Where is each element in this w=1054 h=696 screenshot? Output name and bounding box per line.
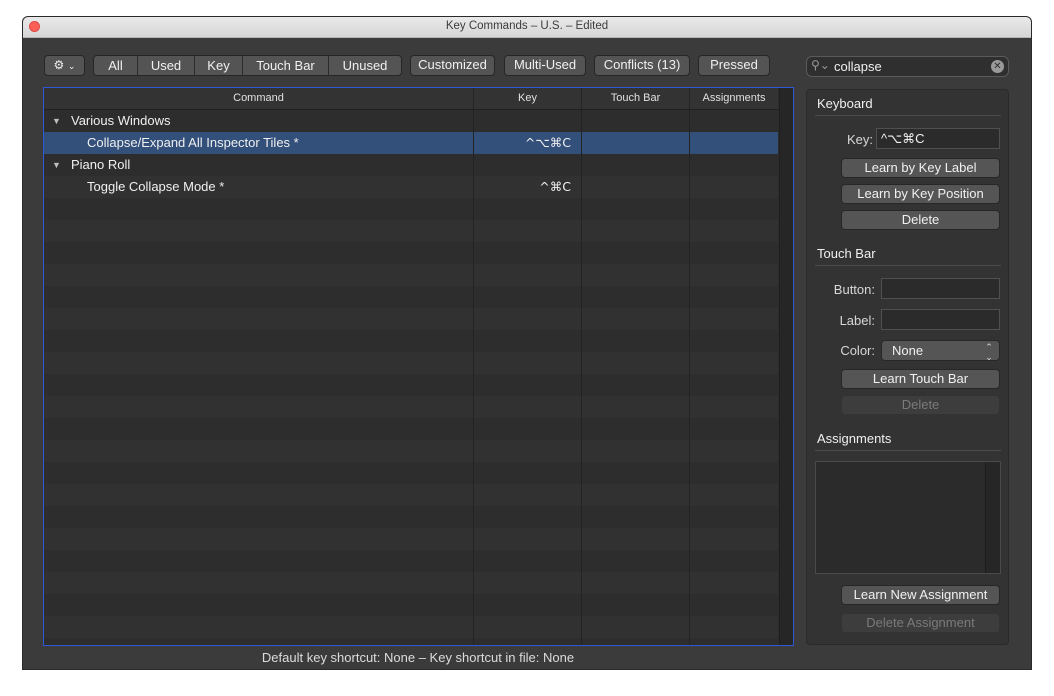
title-bar: Key Commands – U.S. – Edited [23, 17, 1031, 38]
group-label: Various Windows [71, 113, 171, 128]
empty-row [44, 506, 778, 528]
empty-row [44, 264, 778, 286]
assignments-scrollbar[interactable] [985, 462, 1000, 573]
multi-used-button[interactable]: Multi-Used [504, 55, 586, 76]
command-label: Collapse/Expand All Inspector Tiles * [87, 135, 299, 150]
button-label: Button: [833, 282, 875, 297]
touch-bar-section-title: Touch Bar [817, 246, 876, 261]
table-row[interactable]: Toggle Collapse Mode * ^⌘C [44, 176, 778, 198]
filter-segmented-control: All Used Key Touch Bar Unused [93, 55, 402, 76]
stepper-arrows-icon: ⌃⌄ [985, 343, 995, 363]
empty-row [44, 462, 778, 484]
learn-by-key-label-button[interactable]: Learn by Key Label [841, 158, 1000, 178]
delete-key-button[interactable]: Delete [841, 210, 1000, 230]
delete-touch-bar-button: Delete [841, 395, 1000, 415]
table-body: ▼ Various Windows Collapse/Expand All In… [44, 110, 778, 645]
command-key: ^⌘C [539, 179, 571, 194]
learn-new-assignment-button[interactable]: Learn New Assignment [841, 585, 1000, 605]
disclosure-triangle-icon[interactable]: ▼ [52, 154, 61, 176]
assignments-section-title: Assignments [817, 431, 892, 446]
empty-row [44, 220, 778, 242]
empty-row [44, 198, 778, 220]
divider [815, 265, 1001, 266]
search-input[interactable]: collapse [834, 59, 882, 74]
column-header-key[interactable]: Key [473, 88, 581, 109]
label-label: Label: [839, 313, 875, 328]
search-icon[interactable]: ⚲⌄ [811, 58, 830, 72]
key-commands-window: Key Commands – U.S. – Edited ⚙ ⌄ All Use… [23, 17, 1031, 669]
table-row[interactable]: ▼ Piano Roll [44, 154, 778, 176]
empty-row [44, 308, 778, 330]
empty-row [44, 396, 778, 418]
filter-used[interactable]: Used [137, 56, 194, 75]
column-header-command[interactable]: Command [44, 88, 473, 109]
command-key: ^⌥⌘C [524, 135, 571, 150]
table-row[interactable]: ▼ Various Windows [44, 110, 778, 132]
empty-row [44, 638, 778, 645]
gear-icon: ⚙ [53, 58, 65, 72]
empty-row [44, 594, 778, 616]
empty-row [44, 374, 778, 396]
column-divider [473, 110, 474, 645]
empty-row [44, 418, 778, 440]
customized-button[interactable]: Customized [410, 55, 495, 76]
column-header-touch-bar[interactable]: Touch Bar [581, 88, 689, 109]
filter-key[interactable]: Key [194, 56, 242, 75]
learn-touch-bar-button[interactable]: Learn Touch Bar [841, 369, 1000, 389]
key-commands-table: Command Key Touch Bar Assignments ▼ Vari… [43, 87, 794, 646]
disclosure-triangle-icon[interactable]: ▼ [52, 110, 61, 132]
empty-row [44, 528, 778, 550]
color-select-value: None [892, 343, 924, 358]
clear-search-icon[interactable]: ✕ [991, 60, 1004, 73]
command-label: Toggle Collapse Mode * [87, 179, 225, 194]
empty-row [44, 572, 778, 594]
touch-bar-label-field[interactable] [881, 309, 1000, 330]
column-divider [689, 110, 690, 645]
empty-row [44, 330, 778, 352]
key-field[interactable]: ^⌥⌘C [876, 128, 1000, 149]
empty-row [44, 286, 778, 308]
search-field[interactable]: ⚲⌄ collapse ✕ [806, 56, 1009, 77]
key-label: Key: [846, 132, 873, 147]
pressed-button[interactable]: Pressed [698, 55, 770, 76]
chevron-down-icon: ⌄ [67, 61, 76, 71]
filter-touch-bar[interactable]: Touch Bar [242, 56, 328, 75]
filter-unused[interactable]: Unused [328, 56, 401, 75]
table-row[interactable]: Collapse/Expand All Inspector Tiles * ^⌥… [44, 132, 778, 154]
assignments-list[interactable] [815, 461, 1001, 574]
delete-assignment-button: Delete Assignment [841, 613, 1000, 633]
empty-row [44, 352, 778, 374]
inspector-panel: Keyboard Key: ^⌥⌘C Learn by Key Label Le… [806, 89, 1009, 645]
column-divider [581, 110, 582, 645]
touch-bar-color-select[interactable]: None ⌃⌄ [881, 340, 1000, 363]
color-label: Color: [840, 343, 875, 358]
conflicts-button[interactable]: Conflicts (13) [594, 55, 690, 76]
touch-bar-button-field[interactable] [881, 278, 1000, 299]
divider [815, 115, 1001, 116]
keyboard-section-title: Keyboard [817, 96, 873, 111]
empty-row [44, 440, 778, 462]
group-label: Piano Roll [71, 157, 131, 172]
column-header-assignments[interactable]: Assignments [689, 88, 778, 109]
filter-all[interactable]: All [94, 56, 137, 75]
learn-by-key-position-button[interactable]: Learn by Key Position [841, 184, 1000, 204]
empty-row [44, 550, 778, 572]
table-header: Command Key Touch Bar Assignments [44, 88, 778, 110]
empty-row [44, 242, 778, 264]
empty-row [44, 616, 778, 638]
empty-row [44, 484, 778, 506]
divider [815, 450, 1001, 451]
table-scrollbar[interactable] [779, 88, 793, 645]
status-line: Default key shortcut: None – Key shortcu… [261, 650, 575, 665]
window-title: Key Commands – U.S. – Edited [445, 20, 609, 32]
gear-menu-button[interactable]: ⚙ ⌄ [44, 55, 85, 76]
